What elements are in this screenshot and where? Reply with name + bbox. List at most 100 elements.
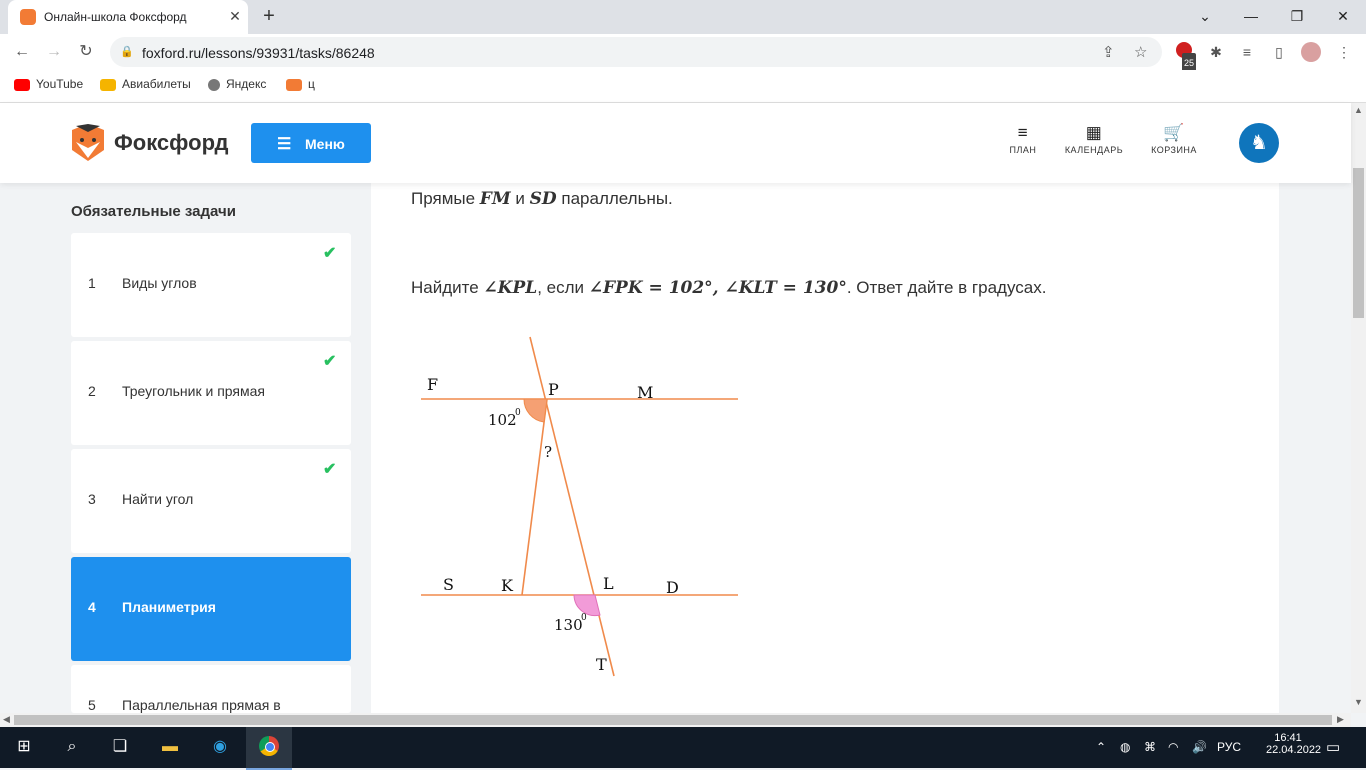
media-list-icon[interactable]: ≡	[1237, 42, 1257, 62]
task-name: Планиметрия	[122, 599, 216, 615]
label-angle-130-sup: 0	[581, 613, 587, 623]
task-number: 1	[88, 275, 96, 291]
math-FM: FM	[479, 189, 511, 209]
close-window-button[interactable]: ✕	[1328, 5, 1358, 27]
tray-network-app-icon[interactable]: ⌘	[1144, 740, 1156, 754]
profile-avatar-icon[interactable]	[1301, 42, 1321, 62]
task-view-icon[interactable]: ❏	[108, 735, 132, 759]
problem-statement-2: Найдите ∠KPL, если ∠FPK = 102°, ∠KLT = 1…	[411, 278, 1047, 298]
bookmark-aviabilety[interactable]: Авиабилеты	[100, 77, 191, 91]
task-item[interactable]: 2 Треугольник и прямая ✔	[71, 341, 351, 445]
tray-app-icon[interactable]: ◍	[1120, 740, 1130, 754]
task-item[interactable]: 3 Найти угол ✔	[71, 449, 351, 553]
globe-icon	[208, 78, 220, 91]
label-angle-102-sup: 0	[515, 408, 521, 418]
label-K: K	[501, 576, 514, 595]
tray-chevron-icon[interactable]: ⌃	[1096, 740, 1106, 754]
math-SD: SD	[529, 189, 557, 209]
tab-title: Онлайн-школа Фоксфорд	[44, 10, 187, 24]
new-tab-button[interactable]: +	[258, 6, 280, 28]
search-icon[interactable]: ⌕	[60, 735, 84, 759]
problem-statement-1: Прямые FM и SD параллельны.	[411, 189, 673, 209]
maximize-button[interactable]: ❐	[1282, 5, 1312, 27]
bookmark-star-icon[interactable]: ☆	[1134, 43, 1147, 61]
edge-icon[interactable]: ◉	[208, 735, 232, 759]
menu-list-icon: ☰	[277, 136, 292, 153]
nav-plan[interactable]: ≡ ПЛАН	[1003, 123, 1043, 155]
task-item-active[interactable]: 4 Планиметрия	[71, 557, 351, 661]
tab-search-icon[interactable]: ⌄	[1190, 5, 1220, 27]
volume-icon[interactable]: 🔊	[1192, 740, 1207, 754]
label-D: D	[666, 578, 679, 597]
task-number: 2	[88, 383, 96, 399]
language-indicator[interactable]: РУС	[1217, 740, 1241, 754]
nav-cart[interactable]: 🛒 КОРЗИНА	[1149, 123, 1199, 155]
angle-arc-130	[573, 594, 601, 617]
task-name: Треугольник и прямая	[122, 383, 265, 399]
scroll-up-arrow-icon[interactable]: ▲	[1354, 105, 1363, 115]
address-bar[interactable]: 🔒 foxford.ru/lessons/93931/tasks/86248 ⇪…	[110, 37, 1162, 67]
task-item[interactable]: 5 Параллельная прямая в	[71, 665, 351, 713]
label-P: P	[548, 380, 559, 399]
user-avatar[interactable]: ♞	[1239, 123, 1279, 163]
menu-button[interactable]: ☰ Меню	[251, 123, 371, 163]
horizontal-scroll-thumb[interactable]	[14, 715, 1332, 725]
plan-icon: ≡	[1017, 123, 1029, 142]
scroll-right-arrow-icon[interactable]: ▶	[1337, 714, 1344, 725]
label-angle-102: 102	[488, 411, 517, 429]
label-L: L	[603, 574, 614, 593]
fox-logo-icon[interactable]	[70, 124, 106, 162]
geometry-figure: F P M S K L D T ? 102 0 130 0	[421, 336, 738, 677]
reload-icon[interactable]: ↻	[74, 40, 98, 64]
cart-icon: 🛒	[1163, 123, 1185, 142]
label-S: S	[443, 575, 454, 594]
vertical-scroll-thumb[interactable]	[1353, 168, 1364, 318]
tab-active[interactable]: Онлайн-школа Фоксфорд ✕	[8, 0, 248, 34]
extensions-puzzle-icon[interactable]: ✱	[1206, 42, 1226, 62]
task-name: Виды углов	[122, 275, 197, 291]
clock-date: 22.04.2022	[1266, 744, 1322, 756]
bookmark-yandex[interactable]: Яндекс	[208, 77, 266, 91]
label-F: F	[427, 375, 438, 394]
math-angle-KPL: ∠KPL	[483, 278, 538, 298]
nav-plan-label: ПЛАН	[1009, 145, 1037, 155]
bookmark-youtube[interactable]: YouTube	[14, 77, 83, 91]
cat-avatar-icon: ♞	[1250, 132, 1268, 154]
wifi-icon[interactable]: ◠	[1168, 740, 1178, 754]
back-arrow-icon[interactable]: ←	[10, 40, 34, 64]
side-panel-icon[interactable]: ▯	[1269, 42, 1289, 62]
forward-arrow-icon[interactable]: →	[42, 40, 66, 64]
url-text[interactable]: foxford.ru/lessons/93931/tasks/86248	[142, 45, 375, 61]
scroll-down-arrow-icon[interactable]: ▼	[1354, 697, 1363, 707]
chrome-taskbar-button[interactable]	[246, 727, 292, 770]
share-icon[interactable]: ⇪	[1102, 43, 1115, 61]
math-given-angles: ∠FPK = 102°, ∠KLT = 130°	[588, 278, 847, 298]
label-M: M	[637, 383, 653, 402]
file-explorer-icon[interactable]: ▬	[158, 735, 182, 759]
aviasales-icon	[100, 78, 116, 91]
more-menu-icon[interactable]: ⋮	[1334, 42, 1354, 62]
youtube-icon	[14, 78, 30, 91]
lock-icon[interactable]: 🔒	[120, 45, 134, 58]
tab-close-icon[interactable]: ✕	[226, 7, 244, 25]
windows-start-icon[interactable]: ⊞	[12, 735, 36, 759]
clock[interactable]: 16:41 22.04.2022	[1266, 732, 1322, 756]
task-name: Параллельная прямая в	[122, 697, 281, 713]
bookmark-c[interactable]: ц	[286, 77, 315, 91]
nav-calendar[interactable]: ▦ КАЛЕНДАРЬ	[1064, 123, 1124, 155]
logo-text[interactable]: Фоксфорд	[114, 130, 228, 156]
line-PK	[521, 398, 548, 596]
scroll-left-arrow-icon[interactable]: ◀	[3, 714, 10, 725]
angle-arc-102	[523, 398, 548, 423]
site-header: Фоксфорд ☰ Меню ≡ ПЛАН ▦ КАЛЕНДАРЬ 🛒 КОР…	[0, 103, 1351, 183]
task-item[interactable]: 1 Виды углов ✔	[71, 233, 351, 337]
sidebar-title: Обязательные задачи	[71, 203, 236, 220]
label-angle-130: 130	[554, 616, 583, 634]
check-icon: ✔	[323, 245, 337, 262]
minimize-button[interactable]: —	[1236, 5, 1266, 27]
extension-icon[interactable]: 25	[1174, 42, 1197, 73]
notifications-icon[interactable]: ▭	[1326, 738, 1340, 756]
check-icon: ✔	[323, 461, 337, 478]
bookmarks-bar: YouTube Авиабилеты Яндекс ц	[0, 70, 1366, 103]
nav-cart-label: КОРЗИНА	[1151, 145, 1197, 155]
